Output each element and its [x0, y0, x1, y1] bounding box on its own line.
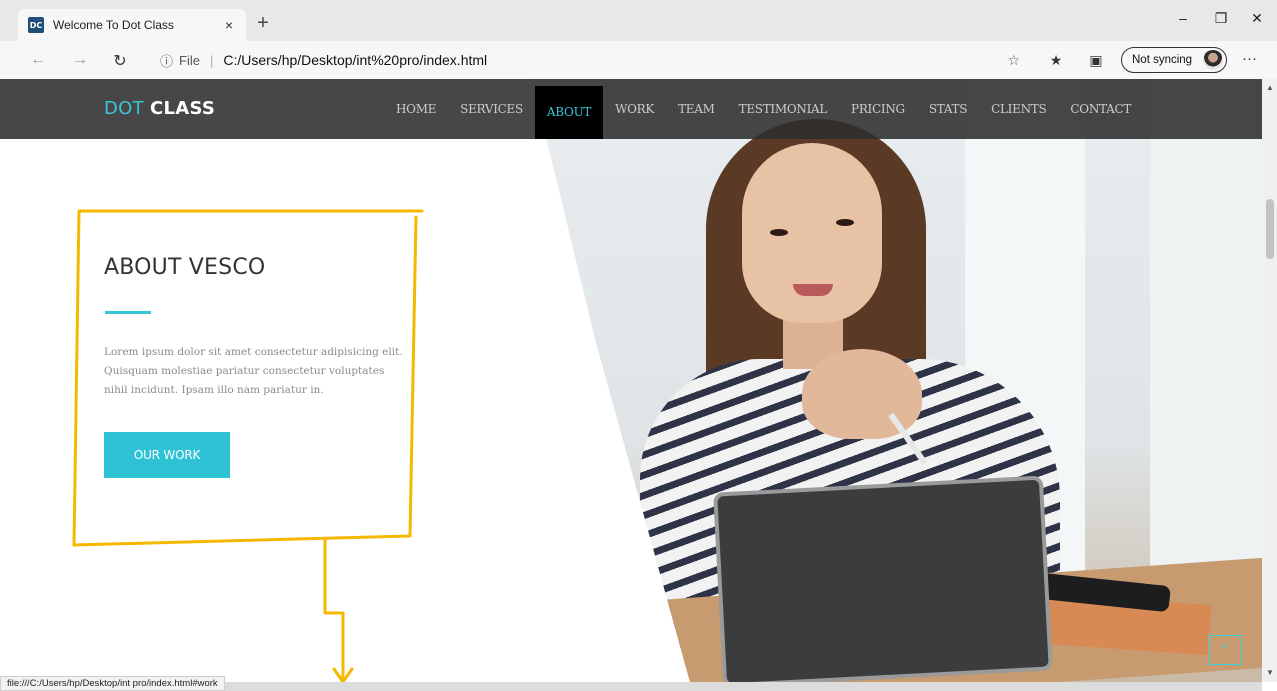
new-tab-button[interactable]: + [252, 12, 274, 34]
sync-label: Not syncing [1132, 54, 1193, 66]
browser-tab-bar: DC Welcome To Dot Class × + – ❐ ✕ [0, 0, 1277, 41]
site-logo[interactable]: DOT CLASS [104, 98, 215, 119]
nav-contact[interactable]: CONTACT [1058, 79, 1143, 139]
about-title: ABOUT VESCO [104, 255, 266, 280]
nav-about[interactable]: ABOUT [534, 86, 604, 139]
nav-testimonial[interactable]: TESTIMONIAL [727, 79, 839, 139]
scrollbar-thumb[interactable] [1266, 199, 1274, 259]
close-tab-icon[interactable]: × [218, 17, 240, 33]
vertical-scrollbar[interactable]: ▲ ▼ [1262, 79, 1277, 682]
browser-tab[interactable]: DC Welcome To Dot Class × [18, 9, 246, 41]
chevron-up-icon[interactable]: ⌃ [1208, 635, 1242, 665]
back-icon[interactable]: ← [26, 51, 50, 69]
address-security-label: File [179, 52, 200, 68]
restore-window-icon[interactable]: ❐ [1206, 10, 1236, 27]
address-url[interactable]: C:/Users/hp/Desktop/int%20pro/index.html [223, 52, 487, 68]
nav-home[interactable]: HOME [384, 79, 448, 139]
brand-part1: DOT [104, 98, 144, 119]
profile-sync-button[interactable]: Not syncing [1121, 47, 1227, 73]
browser-toolbar: ← → ↻ ⓘ File | C:/Users/hp/Desktop/int%2… [0, 41, 1277, 79]
page-viewport: DOT CLASS HOME SERVICES ABOUT WORK TEAM … [0, 79, 1262, 682]
nav-clients[interactable]: CLIENTS [979, 79, 1058, 139]
close-window-icon[interactable]: ✕ [1242, 10, 1272, 27]
forward-icon[interactable]: → [68, 51, 92, 69]
site-favicon-icon: DC [28, 17, 44, 33]
avatar [1203, 50, 1223, 70]
nav-work[interactable]: WORK [603, 79, 666, 139]
nav-stats[interactable]: STATS [917, 79, 979, 139]
refresh-icon[interactable]: ↻ [108, 51, 132, 71]
collections-icon[interactable]: ▣ [1086, 52, 1106, 69]
title-underline [105, 311, 151, 314]
address-separator: | [209, 52, 214, 68]
status-bar-url: file:///C:/Users/hp/Desktop/int pro/inde… [0, 676, 225, 691]
address-bar[interactable]: ⓘ File | C:/Users/hp/Desktop/int%20pro/i… [146, 46, 1030, 74]
brand-part2: CLASS [149, 98, 216, 119]
scroll-up-icon[interactable]: ▲ [1266, 83, 1274, 92]
nav-services[interactable]: SERVICES [448, 79, 535, 139]
nav-pricing[interactable]: PRICING [839, 79, 917, 139]
info-icon[interactable]: ⓘ [160, 51, 173, 70]
nav-menu: HOME SERVICES ABOUT WORK TEAM TESTIMONIA… [384, 79, 1143, 139]
star-icon[interactable]: ☆ [1007, 52, 1020, 69]
our-work-button[interactable]: OUR WORK [104, 432, 230, 478]
nav-team[interactable]: TEAM [666, 79, 727, 139]
minimize-window-icon[interactable]: – [1168, 10, 1198, 26]
about-text: Lorem ipsum dolor sit amet consectetur a… [104, 346, 403, 396]
site-navbar: DOT CLASS HOME SERVICES ABOUT WORK TEAM … [0, 79, 1262, 139]
more-icon[interactable]: ··· [1242, 50, 1257, 67]
tab-title: Welcome To Dot Class [53, 18, 174, 32]
scroll-down-icon[interactable]: ▼ [1266, 668, 1274, 677]
favorites-icon[interactable]: ★ [1046, 52, 1066, 69]
